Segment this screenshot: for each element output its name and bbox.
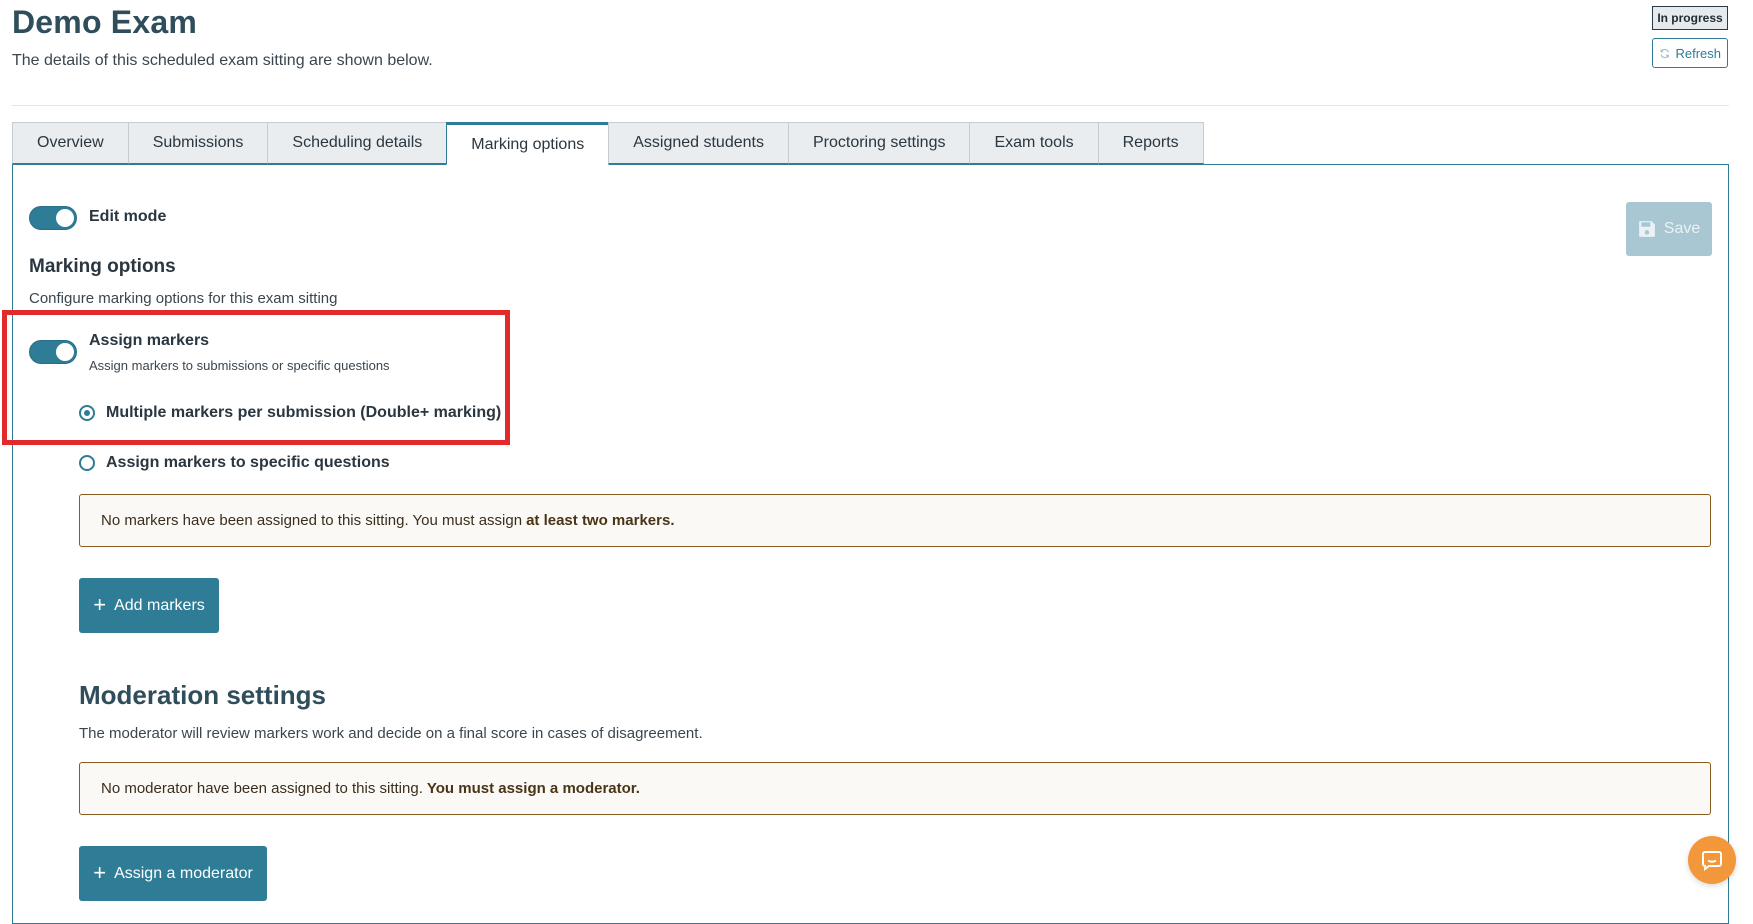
plus-icon: +	[93, 859, 107, 885]
moderation-title: Moderation settings	[79, 680, 327, 710]
page-title: Demo Exam	[12, 4, 197, 40]
refresh-icon	[1660, 48, 1669, 58]
assign-markers-title: Assign markers	[89, 332, 210, 349]
tab-overview[interactable]: Overview	[12, 122, 129, 164]
notice-emphasis: at least two markers.	[526, 512, 675, 529]
edit-mode-toggle[interactable]	[29, 206, 77, 230]
tab-reports[interactable]: Reports	[1097, 122, 1204, 164]
assign-moderator-button[interactable]: + Assign a moderator	[79, 846, 267, 901]
radio-button[interactable]	[79, 455, 95, 471]
marking-options-title: Marking options	[29, 256, 176, 277]
refresh-label: Refresh	[1675, 45, 1721, 61]
tab-assigned-students[interactable]: Assigned students	[608, 122, 789, 164]
edit-mode-label: Edit mode	[89, 208, 167, 225]
save-label: Save	[1663, 220, 1701, 237]
moderator-warning-notice: No moderator have been assigned to this …	[79, 762, 1711, 815]
radio-label: Assign markers to specific questions	[106, 454, 390, 471]
notice-text: No moderator have been assigned to this …	[101, 780, 423, 797]
tab-bar: Overview Submissions Scheduling details …	[12, 122, 1204, 165]
tab-exam-tools[interactable]: Exam tools	[969, 122, 1099, 164]
assign-markers-toggle[interactable]	[29, 340, 77, 364]
radio-button-checked[interactable]	[79, 405, 95, 421]
notice-emphasis: You must assign a moderator.	[426, 780, 640, 797]
status-badge: In progress	[1652, 6, 1728, 30]
radio-specific-questions[interactable]: Assign markers to specific questions	[79, 454, 390, 472]
toggle-knob	[56, 209, 74, 227]
marking-options-description: Configure marking options for this exam …	[29, 290, 338, 307]
toggle-knob	[56, 343, 74, 361]
notice-text: No markers have been assigned to this si…	[101, 512, 523, 529]
tab-scheduling-details[interactable]: Scheduling details	[267, 122, 448, 164]
markers-warning-notice: No markers have been assigned to this si…	[79, 494, 1711, 547]
moderation-description: The moderator will review markers work a…	[79, 725, 703, 742]
tab-marking-options[interactable]: Marking options	[446, 122, 610, 165]
chat-widget-button[interactable]	[1688, 836, 1736, 884]
floppy-disk-icon	[1638, 221, 1655, 237]
assign-markers-description: Assign markers to submissions or specifi…	[89, 358, 390, 373]
assign-moderator-label: Assign a moderator	[114, 864, 253, 882]
chat-bubble-icon	[1702, 851, 1722, 871]
tab-proctoring-settings[interactable]: Proctoring settings	[787, 122, 971, 164]
tab-submissions[interactable]: Submissions	[127, 122, 269, 164]
plus-icon: +	[93, 591, 107, 617]
save-button[interactable]: Save	[1626, 202, 1712, 256]
page-subtitle: The details of this scheduled exam sitti…	[12, 52, 433, 69]
refresh-button[interactable]: Refresh	[1652, 38, 1728, 68]
header-divider	[12, 105, 1729, 106]
radio-multiple-markers[interactable]: Multiple markers per submission (Double+…	[79, 404, 501, 422]
add-markers-label: Add markers	[114, 596, 205, 614]
radio-label: Multiple markers per submission (Double+…	[106, 404, 502, 421]
add-markers-button[interactable]: + Add markers	[79, 578, 219, 633]
